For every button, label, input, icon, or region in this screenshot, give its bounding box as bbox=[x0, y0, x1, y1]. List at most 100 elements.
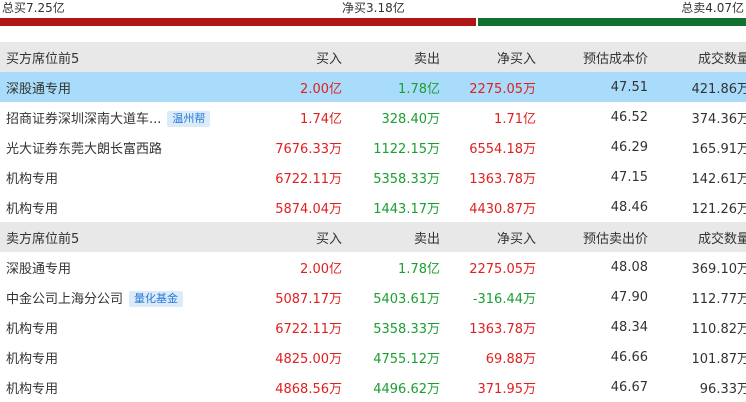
table-row[interactable]: 机构专用 5874.04万 1443.17万 4430.87万 48.46 121.26万 bbox=[0, 192, 746, 222]
total-buy-label: 总买7.25亿 bbox=[2, 1, 65, 15]
estimated-price: 48.46 bbox=[610, 199, 648, 215]
seat-name[interactable]: 深股通专用 bbox=[6, 258, 71, 277]
net-buy-label: 净买3.18亿 bbox=[342, 1, 405, 15]
trade-volume: 165.91万 bbox=[691, 141, 746, 157]
table-row[interactable]: 光大证券东莞大朗长富西路 7676.33万 1122.15万 6554.18万 46.2… bbox=[0, 132, 746, 162]
net-buy-amount: 2275.05万 bbox=[440, 72, 536, 102]
column-header: 成交数量 bbox=[648, 222, 746, 252]
seat-name[interactable]: 招商证券深圳深南大道车... bbox=[6, 108, 161, 127]
net-buy-amount: 6554.18万 bbox=[469, 141, 536, 157]
column-header: 买方席位前5 bbox=[0, 42, 268, 72]
buy-amount: 4868.56万 bbox=[275, 381, 342, 397]
table-row[interactable]: 深股通专用 2.00亿 1.78亿 2275.05万 48.08 369.10万 bbox=[0, 252, 746, 282]
sell-portion-bar bbox=[478, 18, 746, 26]
seat-name[interactable]: 光大证券东莞大朗长富西路 bbox=[6, 138, 162, 157]
sell-amount: 1443.17万 bbox=[373, 201, 440, 217]
estimated-price: 46.67 bbox=[610, 379, 648, 395]
buy-amount: 5874.04万 bbox=[275, 201, 342, 217]
seat-name[interactable]: 机构专用 bbox=[6, 348, 58, 367]
seat-name[interactable]: 机构专用 bbox=[6, 168, 58, 187]
net-buy-amount: 1.71亿 bbox=[494, 111, 536, 127]
seat-table-body: 买方席位前5 买入 卖出 净买入 预估成本价 成交数量 深股通专用 2.00亿 1.78亿 227… bbox=[0, 42, 746, 402]
buy-amount: 6722.11万 bbox=[275, 321, 342, 337]
buy-portion-bar bbox=[0, 18, 476, 26]
net-buy-amount: 69.88万 bbox=[485, 351, 536, 367]
table-row[interactable]: 深股通专用 2.00亿 1.78亿 2275.05万 47.51 421.86万 bbox=[0, 72, 746, 102]
buy-amount: 7676.33万 bbox=[275, 141, 342, 157]
trade-volume: 421.86万 bbox=[648, 72, 746, 102]
seat-name-cell: 机构专用 bbox=[0, 162, 268, 192]
estimated-price: 48.34 bbox=[610, 319, 648, 335]
seat-name[interactable]: 机构专用 bbox=[6, 198, 58, 217]
net-buy-amount: -316.44万 bbox=[472, 291, 536, 307]
sell-amount: 5358.33万 bbox=[373, 171, 440, 187]
estimated-price: 46.66 bbox=[610, 349, 648, 365]
seat-name[interactable]: 机构专用 bbox=[6, 378, 58, 397]
total-sell-label: 总卖4.07亿 bbox=[681, 1, 744, 15]
table-row[interactable]: 机构专用 4868.56万 4496.62万 371.95万 46.67 96.33万 bbox=[0, 372, 746, 402]
seat-name-cell: 机构专用 bbox=[0, 312, 268, 342]
column-header: 卖方席位前5 bbox=[0, 222, 268, 252]
seat-name-cell: 深股通专用 bbox=[0, 252, 268, 282]
trade-volume: 112.77万 bbox=[691, 291, 746, 307]
sell-amount: 1.78亿 bbox=[398, 261, 440, 277]
sell-amount: 4755.12万 bbox=[373, 351, 440, 367]
table-row[interactable]: 招商证券深圳深南大道车... 温州帮 1.74亿 328.40万 1.71亿 46.52 3… bbox=[0, 102, 746, 132]
seat-name-cell: 机构专用 bbox=[0, 372, 268, 402]
buy-amount: 1.74亿 bbox=[300, 111, 342, 127]
trade-volume: 101.87万 bbox=[691, 351, 746, 367]
trade-volume: 121.26万 bbox=[691, 201, 746, 217]
sell-amount: 5403.61万 bbox=[373, 291, 440, 307]
column-header: 卖出 bbox=[342, 42, 440, 72]
seat-name[interactable]: 中金公司上海分公司 bbox=[6, 288, 123, 307]
column-header: 预估成本价 bbox=[536, 42, 648, 72]
column-header: 成交数量 bbox=[648, 42, 746, 72]
sell-section-header: 卖方席位前5 买入 卖出 净买入 预估卖出价 成交数量 bbox=[0, 222, 746, 252]
seat-name[interactable]: 机构专用 bbox=[6, 318, 58, 337]
estimated-price: 48.08 bbox=[610, 259, 648, 275]
net-buy-amount: 2275.05万 bbox=[469, 261, 536, 277]
seat-name-cell: 中金公司上海分公司 量化基金 bbox=[0, 282, 268, 312]
table-row[interactable]: 机构专用 6722.11万 5358.33万 1363.78万 48.34 110.82万 bbox=[0, 312, 746, 342]
trade-volume: 142.61万 bbox=[691, 171, 746, 187]
trade-volume: 96.33万 bbox=[699, 381, 746, 397]
trade-volume: 110.82万 bbox=[691, 321, 746, 337]
estimated-price: 46.52 bbox=[610, 109, 648, 125]
seat-name-cell: 招商证券深圳深南大道车... 温州帮 bbox=[0, 102, 268, 132]
net-buy-amount: 1363.78万 bbox=[469, 171, 536, 187]
column-header: 买入 bbox=[268, 222, 342, 252]
seat-name-cell: 机构专用 bbox=[0, 342, 268, 372]
buy-section-header: 买方席位前5 买入 卖出 净买入 预估成本价 成交数量 bbox=[0, 42, 746, 72]
table-row[interactable]: 中金公司上海分公司 量化基金 5087.17万 5403.61万 -316.44万 47.… bbox=[0, 282, 746, 312]
net-buy-amount: 1363.78万 bbox=[469, 321, 536, 337]
buy-amount: 4825.00万 bbox=[275, 351, 342, 367]
sell-amount: 5358.33万 bbox=[373, 321, 440, 337]
table-row[interactable]: 机构专用 6722.11万 5358.33万 1363.78万 47.15 142.61万 bbox=[0, 162, 746, 192]
summary-labels: 总买7.25亿 净买3.18亿 总卖4.07亿 bbox=[0, 0, 746, 18]
trade-volume: 374.36万 bbox=[691, 111, 746, 127]
buy-amount: 6722.11万 bbox=[275, 171, 342, 187]
seat-name-cell: 深股通专用 bbox=[0, 72, 268, 102]
estimated-price: 47.51 bbox=[536, 72, 648, 102]
sell-amount: 1122.15万 bbox=[373, 141, 440, 157]
estimated-price: 47.15 bbox=[610, 169, 648, 185]
seat-tag-badge[interactable]: 温州帮 bbox=[167, 110, 211, 127]
column-header: 预估卖出价 bbox=[536, 222, 648, 252]
column-header: 卖出 bbox=[342, 222, 440, 252]
estimated-price: 47.90 bbox=[610, 289, 648, 305]
buy-amount: 5087.17万 bbox=[275, 291, 342, 307]
sell-amount: 328.40万 bbox=[381, 111, 441, 127]
estimated-price: 46.29 bbox=[610, 139, 648, 155]
seat-table: 买方席位前5 买入 卖出 净买入 预估成本价 成交数量 深股通专用 2.00亿 1.78亿 227… bbox=[0, 42, 746, 402]
buy-amount: 2.00亿 bbox=[300, 261, 342, 277]
column-header: 净买入 bbox=[440, 222, 536, 252]
summary-bar-section: 总买7.25亿 净买3.18亿 总卖4.07亿 bbox=[0, 0, 746, 26]
sell-amount: 4496.62万 bbox=[373, 381, 440, 397]
seat-name[interactable]: 深股通专用 bbox=[6, 78, 71, 97]
column-header: 净买入 bbox=[440, 42, 536, 72]
table-row[interactable]: 机构专用 4825.00万 4755.12万 69.88万 46.66 101.87万 bbox=[0, 342, 746, 372]
buy-amount: 2.00亿 bbox=[268, 72, 342, 102]
seat-tag-badge[interactable]: 量化基金 bbox=[129, 290, 184, 307]
sell-amount: 1.78亿 bbox=[342, 72, 440, 102]
net-buy-amount: 371.95万 bbox=[477, 381, 537, 397]
